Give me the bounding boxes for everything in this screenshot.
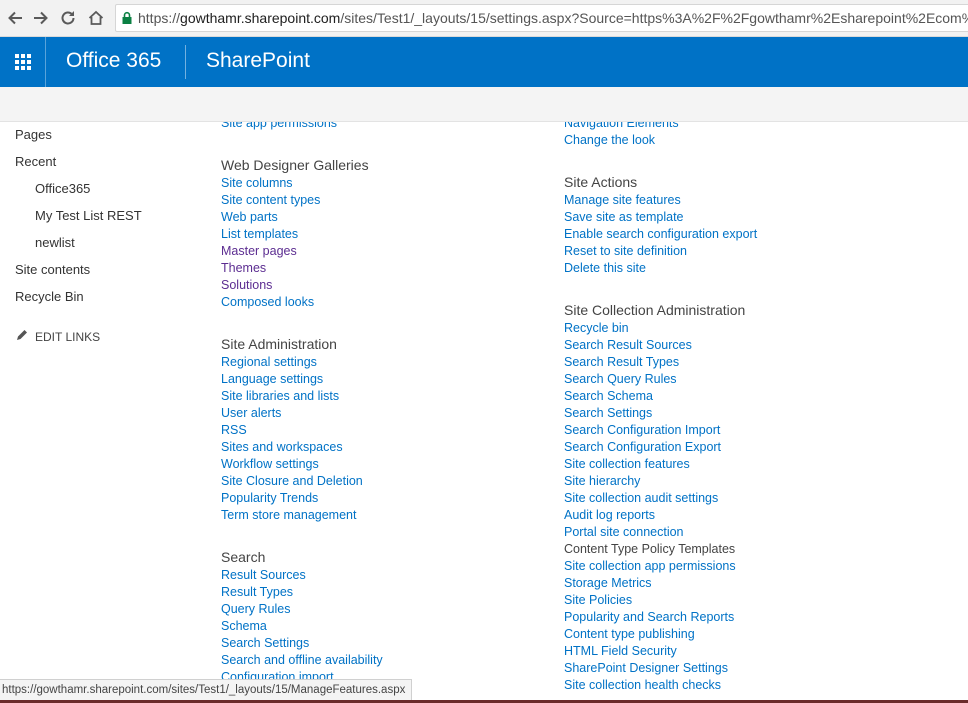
section-title-site-collection-administration: Site Collection Administration [564, 302, 746, 318]
link-list-templates[interactable]: List templates [221, 226, 541, 243]
section-title-site-administration: Site Administration [221, 336, 337, 352]
link-result-sources[interactable]: Result Sources [221, 567, 541, 584]
section-title-site-actions: Site Actions [564, 174, 638, 190]
link-search-schema[interactable]: Search Schema [564, 388, 944, 405]
link-search-configuration-export[interactable]: Search Configuration Export [564, 439, 944, 456]
forward-arrow-icon[interactable] [30, 7, 52, 29]
pencil-icon [15, 328, 29, 345]
link-content-type-publishing[interactable]: Content type publishing [564, 626, 944, 643]
link-web-parts[interactable]: Web parts [221, 209, 541, 226]
section-title-search: Search [221, 549, 266, 565]
link-composed-looks[interactable]: Composed looks [221, 294, 541, 311]
link-search-settings[interactable]: Search Settings [221, 635, 541, 652]
link-site-collection-health-checks[interactable]: Site collection health checks [564, 677, 944, 694]
link-navigation-elements[interactable]: Navigation Elements [564, 122, 944, 132]
link-site-content-types[interactable]: Site content types [221, 192, 541, 209]
link-change-the-look[interactable]: Change the look [564, 132, 944, 149]
link-site-columns[interactable]: Site columns [221, 175, 541, 192]
settings-column-2: Navigation Elements Change the look Site… [564, 122, 944, 694]
link-storage-metrics[interactable]: Storage Metrics [564, 575, 944, 592]
link-site-collection-audit-settings[interactable]: Site collection audit settings [564, 490, 944, 507]
nav-item-pages[interactable]: Pages [15, 125, 195, 152]
link-master-pages[interactable]: Master pages [221, 243, 541, 260]
link-audit-log-reports[interactable]: Audit log reports [564, 507, 944, 524]
link-language-settings[interactable]: Language settings [221, 371, 541, 388]
link-rss[interactable]: RSS [221, 422, 541, 439]
ribbon-area [0, 87, 968, 122]
link-html-field-security[interactable]: HTML Field Security [564, 643, 944, 660]
link-workflow-settings[interactable]: Workflow settings [221, 456, 541, 473]
link-manage-site-features[interactable]: Manage site features [564, 192, 944, 209]
link-site-libraries-and-lists[interactable]: Site libraries and lists [221, 388, 541, 405]
browser-toolbar: https://gowthamr.sharepoint.com/sites/Te… [0, 0, 968, 37]
reload-icon[interactable] [57, 7, 79, 29]
office365-brand[interactable]: Office 365 [66, 49, 161, 73]
sharepoint-product-title[interactable]: SharePoint [206, 49, 310, 73]
link-reset-to-site-definition[interactable]: Reset to site definition [564, 243, 944, 260]
link-sharepoint-designer-settings[interactable]: SharePoint Designer Settings [564, 660, 944, 677]
link-themes[interactable]: Themes [221, 260, 541, 277]
section-title-web-designer-galleries: Web Designer Galleries [221, 157, 369, 173]
link-portal-site-connection[interactable]: Portal site connection [564, 524, 944, 541]
link-sites-and-workspaces[interactable]: Sites and workspaces [221, 439, 541, 456]
nav-item-site-contents[interactable]: Site contents [15, 260, 195, 287]
nav-item-recent[interactable]: Recent [15, 152, 195, 179]
link-regional-settings[interactable]: Regional settings [221, 354, 541, 371]
link-search-configuration-import[interactable]: Search Configuration Import [564, 422, 944, 439]
edit-links-label: EDIT LINKS [35, 329, 101, 344]
edit-links-button[interactable]: EDIT LINKS [15, 328, 195, 345]
quick-launch-nav: Pages Recent Office365 My Test List REST… [15, 125, 195, 345]
link-enable-search-configuration-export[interactable]: Enable search configuration export [564, 226, 944, 243]
url-text: https://gowthamr.sharepoint.com/sites/Te… [138, 10, 968, 26]
link-popularity-and-search-reports[interactable]: Popularity and Search Reports [564, 609, 944, 626]
link-term-store-management[interactable]: Term store management [221, 507, 541, 524]
nav-item-recycle-bin[interactable]: Recycle Bin [15, 287, 195, 314]
settings-column-1: Site app permissions Web Designer Galler… [221, 122, 541, 686]
back-arrow-icon[interactable] [4, 7, 26, 29]
link-search-result-sources[interactable]: Search Result Sources [564, 337, 944, 354]
link-user-alerts[interactable]: User alerts [221, 405, 541, 422]
link-schema[interactable]: Schema [221, 618, 541, 635]
link-site-collection-features[interactable]: Site collection features [564, 456, 944, 473]
app-launcher-waffle-icon[interactable] [0, 37, 46, 87]
link-save-site-as-template[interactable]: Save site as template [564, 209, 944, 226]
link-site-hierarchy[interactable]: Site hierarchy [564, 473, 944, 490]
link-site-policies[interactable]: Site Policies [564, 592, 944, 609]
link-content-type-policy-templates[interactable]: Content Type Policy Templates [564, 541, 944, 558]
link-site-collection-app-permissions[interactable]: Site collection app permissions [564, 558, 944, 575]
link-search-settings-sc[interactable]: Search Settings [564, 405, 944, 422]
link-query-rules[interactable]: Query Rules [221, 601, 541, 618]
link-search-and-offline-availability[interactable]: Search and offline availability [221, 652, 541, 669]
link-search-result-types[interactable]: Search Result Types [564, 354, 944, 371]
link-solutions[interactable]: Solutions [221, 277, 541, 294]
link-search-query-rules[interactable]: Search Query Rules [564, 371, 944, 388]
settings-content: Pages Recent Office365 My Test List REST… [0, 122, 968, 703]
link-delete-this-site[interactable]: Delete this site [564, 260, 944, 277]
link-recycle-bin[interactable]: Recycle bin [564, 320, 944, 337]
home-icon[interactable] [85, 7, 107, 29]
link-site-closure-and-deletion[interactable]: Site Closure and Deletion [221, 473, 541, 490]
nav-item-newlist[interactable]: newlist [15, 233, 195, 260]
link-popularity-trends[interactable]: Popularity Trends [221, 490, 541, 507]
status-bar-url: https://gowthamr.sharepoint.com/sites/Te… [0, 679, 413, 701]
brand-divider [185, 45, 186, 79]
address-bar[interactable]: https://gowthamr.sharepoint.com/sites/Te… [115, 4, 968, 32]
suite-bar: Office 365 SharePoint [0, 37, 968, 87]
nav-item-office365[interactable]: Office365 [15, 179, 195, 206]
link-site-app-permissions[interactable]: Site app permissions [221, 122, 541, 132]
nav-item-my-test-list-rest[interactable]: My Test List REST [15, 206, 195, 233]
link-result-types[interactable]: Result Types [221, 584, 541, 601]
lock-icon [116, 11, 138, 25]
